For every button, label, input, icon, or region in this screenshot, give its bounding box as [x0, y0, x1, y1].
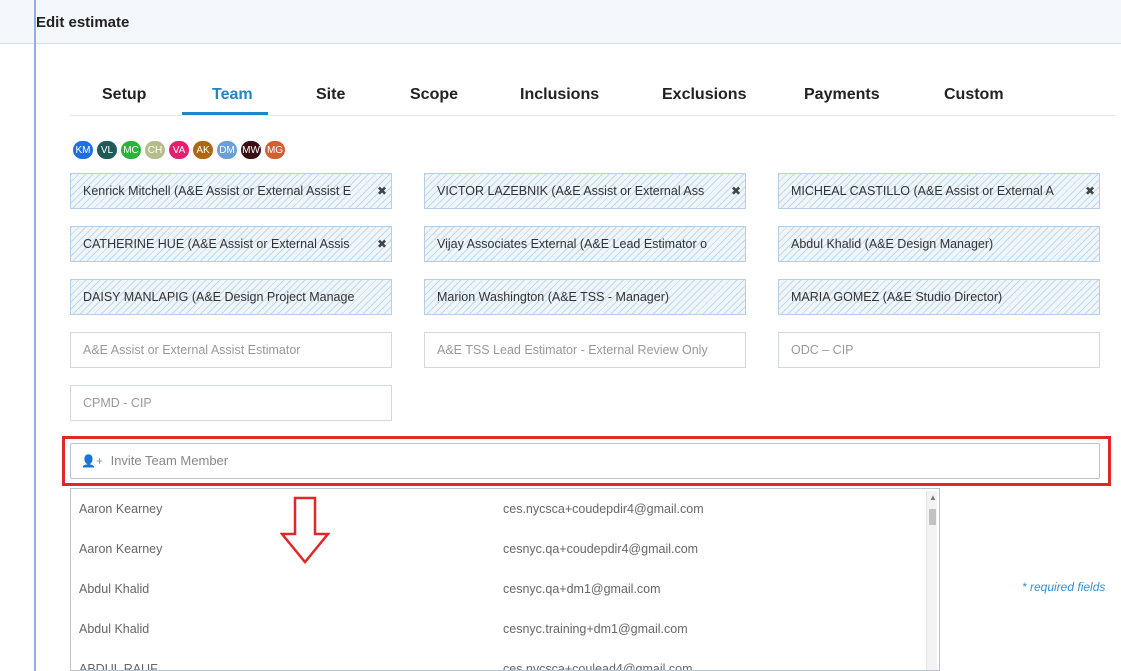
suggestion-email: ces.nycsca+coudepdir4@gmail.com — [503, 502, 704, 516]
remove-icon[interactable]: ✖ — [377, 227, 387, 261]
list-item[interactable]: Abdul Khalid cesnyc.qa+dm1@gmail.com — [71, 569, 923, 609]
avatar[interactable]: MC — [120, 140, 142, 160]
page-header: Edit estimate — [0, 0, 1121, 44]
team-member-chip[interactable]: Vijay Associates External (A&E Lead Esti… — [424, 226, 746, 262]
tab-team[interactable]: Team — [212, 86, 253, 104]
role-slot[interactable]: ODC – CIP — [778, 332, 1100, 368]
suggestion-email: cesnyc.training+dm1@gmail.com — [503, 622, 688, 636]
tab-exclusions[interactable]: Exclusions — [662, 86, 746, 104]
team-member-label: Marion Washington (A&E TSS - Manager) — [437, 290, 670, 304]
remove-icon[interactable]: ✖ — [1085, 174, 1095, 208]
tab-setup[interactable]: Setup — [102, 86, 146, 104]
suggestion-email: ces.nycsca+coulead4@gmail.com — [503, 662, 693, 671]
team-member-chip[interactable]: Abdul Khalid (A&E Design Manager) — [778, 226, 1100, 262]
team-member-chip[interactable]: CATHERINE HUE (A&E Assist or External As… — [70, 226, 392, 262]
tab-custom[interactable]: Custom — [944, 86, 1004, 104]
tab-bar: Setup Team Site Scope Inclusions Exclusi… — [70, 80, 1116, 116]
page-title: Edit estimate — [36, 14, 130, 31]
role-slot[interactable]: A&E Assist or External Assist Estimator — [70, 332, 392, 368]
suggestion-name: Aaron Kearney — [79, 542, 163, 556]
tab-inclusions[interactable]: Inclusions — [520, 86, 599, 104]
team-member-chip[interactable]: Kenrick Mitchell (A&E Assist or External… — [70, 173, 392, 209]
suggestion-name: Aaron Kearney — [79, 502, 163, 516]
team-member-label: Abdul Khalid (A&E Design Manager) — [791, 237, 994, 251]
required-fields-note: * required fields — [1022, 580, 1106, 594]
team-member-label: MICHEAL CASTILLO (A&E Assist or External… — [791, 184, 1054, 198]
team-member-label: DAISY MANLAPIG (A&E Design Project Manag… — [83, 290, 355, 304]
avatar[interactable]: VA — [168, 140, 190, 160]
team-member-label: Vijay Associates External (A&E Lead Esti… — [437, 237, 708, 251]
team-member-chip[interactable]: MICHEAL CASTILLO (A&E Assist or External… — [778, 173, 1100, 209]
tab-scope[interactable]: Scope — [410, 86, 458, 104]
avatar[interactable]: VL — [96, 140, 118, 160]
scroll-thumb[interactable] — [929, 509, 936, 525]
scroll-up-arrow-icon[interactable]: ▲ — [929, 493, 937, 502]
team-member-label: VICTOR LAZEBNIK (A&E Assist or External … — [437, 184, 705, 198]
avatar[interactable]: MW — [240, 140, 262, 160]
list-item[interactable]: Abdul Khalid cesnyc.training+dm1@gmail.c… — [71, 609, 923, 649]
tab-site[interactable]: Site — [316, 86, 345, 104]
list-item[interactable]: Aaron Kearney cesnyc.qa+coudepdir4@gmail… — [71, 529, 923, 569]
suggestion-name: Abdul Khalid — [79, 622, 150, 636]
active-tab-indicator — [182, 112, 268, 115]
highlight-box — [62, 436, 1111, 486]
list-item[interactable]: Aaron Kearney ces.nycsca+coudepdir4@gmai… — [71, 489, 923, 529]
suggestion-email: cesnyc.qa+dm1@gmail.com — [503, 582, 661, 596]
team-member-chip[interactable]: VICTOR LAZEBNIK (A&E Assist or External … — [424, 173, 746, 209]
invite-suggestions-dropdown[interactable]: Aaron Kearney ces.nycsca+coudepdir4@gmai… — [70, 488, 940, 671]
avatar[interactable]: CH — [144, 140, 166, 160]
remove-icon[interactable]: ✖ — [731, 174, 741, 208]
team-member-chip[interactable]: DAISY MANLAPIG (A&E Design Project Manag… — [70, 279, 392, 315]
role-slot[interactable]: CPMD - CIP — [70, 385, 392, 421]
team-member-chip[interactable]: MARIA GOMEZ (A&E Studio Director) — [778, 279, 1100, 315]
avatar[interactable]: KM — [72, 140, 94, 160]
avatar[interactable]: MG — [264, 140, 286, 160]
down-arrow-icon — [280, 496, 330, 564]
suggestion-email: cesnyc.qa+coudepdir4@gmail.com — [503, 542, 699, 556]
team-member-label: CATHERINE HUE (A&E Assist or External As… — [83, 237, 350, 251]
role-slot[interactable]: A&E TSS Lead Estimator - External Review… — [424, 332, 746, 368]
suggestion-name: Abdul Khalid — [79, 582, 150, 596]
avatar[interactable]: DM — [216, 140, 238, 160]
dropdown-scrollbar[interactable]: ▲ — [926, 491, 937, 670]
tab-payments[interactable]: Payments — [804, 86, 880, 104]
team-member-label: MARIA GOMEZ (A&E Studio Director) — [791, 290, 1003, 304]
team-member-label: Kenrick Mitchell (A&E Assist or External… — [83, 184, 352, 198]
list-item[interactable]: ABDUL RAUF ces.nycsca+coulead4@gmail.com — [71, 649, 923, 671]
suggestion-name: ABDUL RAUF — [79, 662, 158, 671]
frame-left-border — [34, 0, 36, 671]
team-member-chip[interactable]: Marion Washington (A&E TSS - Manager) — [424, 279, 746, 315]
avatar[interactable]: AK — [192, 140, 214, 160]
remove-icon[interactable]: ✖ — [377, 174, 387, 208]
